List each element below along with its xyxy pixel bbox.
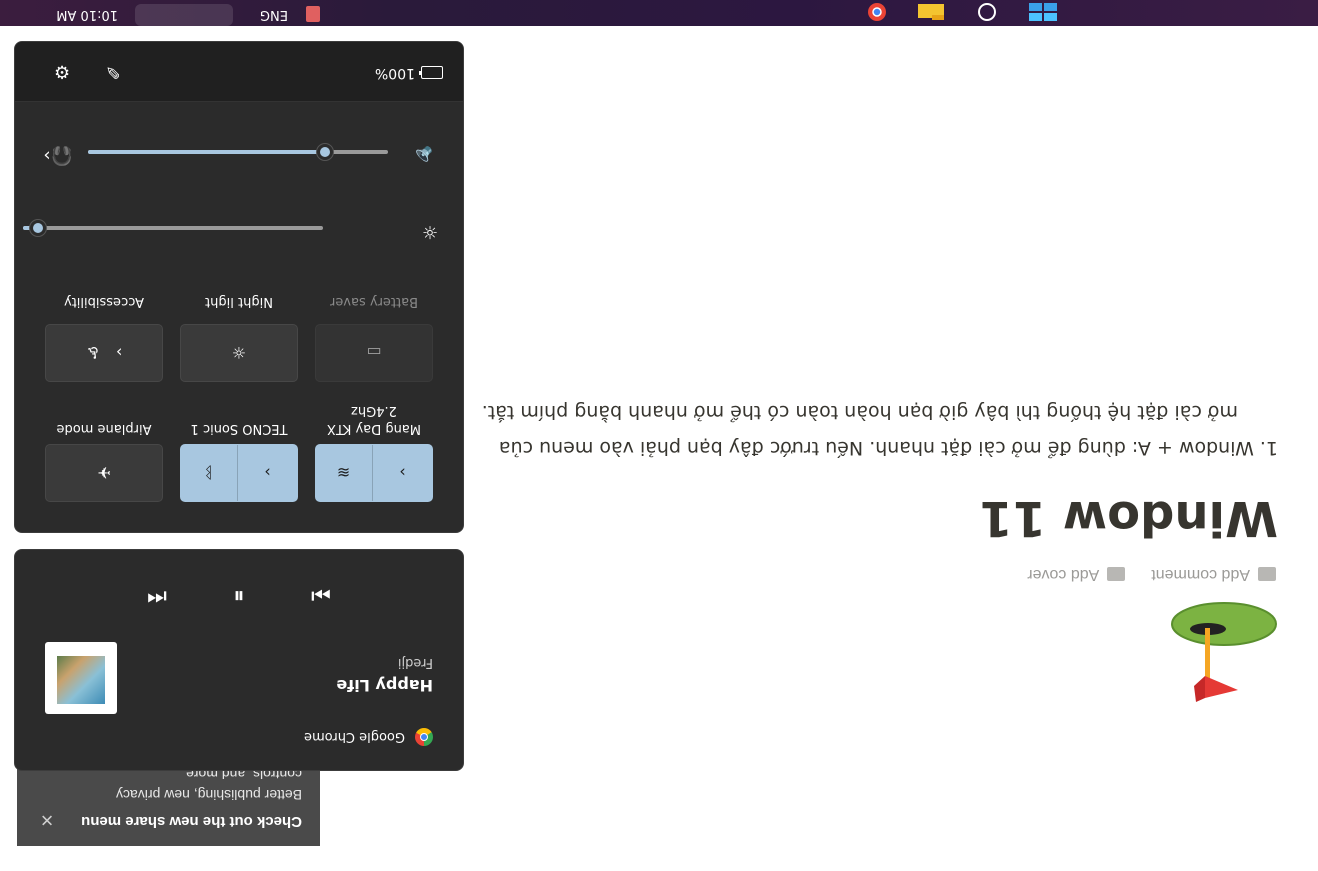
speaker-icon[interactable]: 🔈: [409, 145, 435, 166]
accessibility-tile[interactable]: › ♿: [45, 324, 163, 382]
night-light-label: Night light: [205, 294, 273, 309]
windows-start-icon[interactable]: [1028, 2, 1058, 22]
add-cover-button[interactable]: Add cover: [1027, 565, 1126, 583]
screen: Add comment Add cover Window 11 1. Windo…: [0, 0, 1318, 871]
comment-icon: [1258, 567, 1276, 581]
chrome-icon: [415, 728, 433, 746]
bluetooth-tile[interactable]: › ᛒ: [180, 444, 298, 502]
album-art-image: [57, 656, 105, 704]
bluetooth-icon: ᛒ: [203, 463, 214, 483]
brightness-icon: ☼: [421, 221, 439, 242]
wifi-tile[interactable]: › ≋: [315, 444, 433, 502]
pencil-icon: ✎: [105, 61, 121, 82]
media-controls: ⏭ ⏸ ⏮: [15, 575, 463, 615]
add-cover-label: Add cover: [1027, 566, 1100, 583]
media-flyout: Google Chrome Happy Life Fredji ⏭ ⏸ ⏮: [14, 549, 464, 771]
body-line-1: 1. Window + A: dùng để mở cài đặt nhanh.…: [498, 437, 1278, 459]
taskbar: ENG 10:10 AM: [0, 0, 1318, 26]
previous-track-button[interactable]: ⏮: [142, 580, 172, 610]
bluetooth-expand[interactable]: ›: [237, 445, 297, 501]
battery-status[interactable]: 100%: [375, 65, 443, 81]
brightness-thumb[interactable]: [29, 219, 47, 237]
song-title: Happy Life: [336, 676, 433, 695]
taskbar-clock[interactable]: 10:10 AM: [56, 7, 118, 22]
body-line-2: mở cài đặt hệ thống thì bây giờ bạn hoàn…: [481, 401, 1238, 423]
quick-settings-flyout: ✈ › ᛒ › ≋ Airplane mode TECNO Sonic 1 Ma…: [14, 41, 464, 533]
chevron-right-icon: ›: [399, 463, 406, 483]
night-light-tile[interactable]: ☼: [180, 324, 298, 382]
accessibility-icon: ♿: [85, 343, 100, 363]
accessibility-label: Accessibility: [64, 294, 144, 309]
media-source[interactable]: Google Chrome: [304, 728, 433, 746]
search-icon[interactable]: [974, 2, 1000, 22]
airplane-icon: ✈: [97, 463, 111, 483]
page-title[interactable]: Window 11: [858, 490, 1278, 546]
brightness-slider[interactable]: [23, 218, 323, 238]
gear-icon: ⚙: [53, 61, 71, 82]
page-emoji-icon[interactable]: [1170, 601, 1278, 716]
chevron-right-icon: ›: [115, 343, 123, 363]
wifi-expand[interactable]: ›: [372, 445, 432, 501]
wifi-toggle[interactable]: ≋: [314, 445, 373, 501]
page-body[interactable]: 1. Window + A: dùng để mở cài đặt nhanh.…: [468, 394, 1278, 466]
wifi-icon: ≋: [336, 463, 351, 483]
chrome-icon[interactable]: [864, 2, 890, 22]
night-light-icon: ☼: [231, 343, 247, 363]
page-actions: Add comment Add cover: [1027, 564, 1276, 584]
volume-thumb[interactable]: [316, 143, 334, 161]
audio-output-button[interactable]: 🎧›: [43, 145, 73, 166]
album-art: [45, 642, 117, 714]
file-explorer-icon[interactable]: [916, 2, 946, 22]
battery-saver-icon: ▭: [366, 343, 382, 363]
battery-saver-label: Battery saver: [329, 294, 419, 309]
bluetooth-label: TECNO Sonic 1: [190, 421, 288, 436]
volume-slider[interactable]: [88, 142, 388, 162]
bluetooth-toggle[interactable]: ᛒ: [179, 445, 238, 501]
battery-saver-tile: ▭: [315, 324, 433, 382]
quick-settings-footer: 100% ✎ ⚙: [15, 41, 463, 102]
toast-close-button[interactable]: ×: [32, 805, 62, 835]
language-indicator[interactable]: ENG: [260, 7, 288, 22]
settings-button[interactable]: ⚙: [47, 56, 77, 86]
airplane-mode-label: Airplane mode: [56, 421, 152, 436]
edit-quick-settings-button[interactable]: ✎: [98, 56, 128, 86]
toast-title: Check out the new share menu: [81, 813, 302, 830]
system-tray-status[interactable]: [135, 4, 233, 26]
song-artist: Fredji: [397, 655, 433, 670]
volume-fill: [88, 150, 325, 154]
brightness-track: [23, 226, 323, 230]
chevron-right-icon: ›: [264, 463, 271, 483]
media-source-label: Google Chrome: [304, 729, 405, 745]
battery-icon: [421, 66, 443, 80]
image-icon: [1107, 567, 1126, 581]
airplane-mode-tile[interactable]: ✈: [45, 444, 163, 502]
wifi-label: Mang Day KTX 2.4Ghz: [327, 403, 421, 436]
add-comment-label: Add comment: [1151, 566, 1250, 583]
battery-percent: 100%: [374, 65, 415, 81]
pause-button[interactable]: ⏸: [224, 580, 254, 610]
next-track-button[interactable]: ⏭: [306, 580, 336, 610]
tray-photo-icon[interactable]: [306, 6, 320, 22]
add-comment-button[interactable]: Add comment: [1151, 565, 1276, 583]
